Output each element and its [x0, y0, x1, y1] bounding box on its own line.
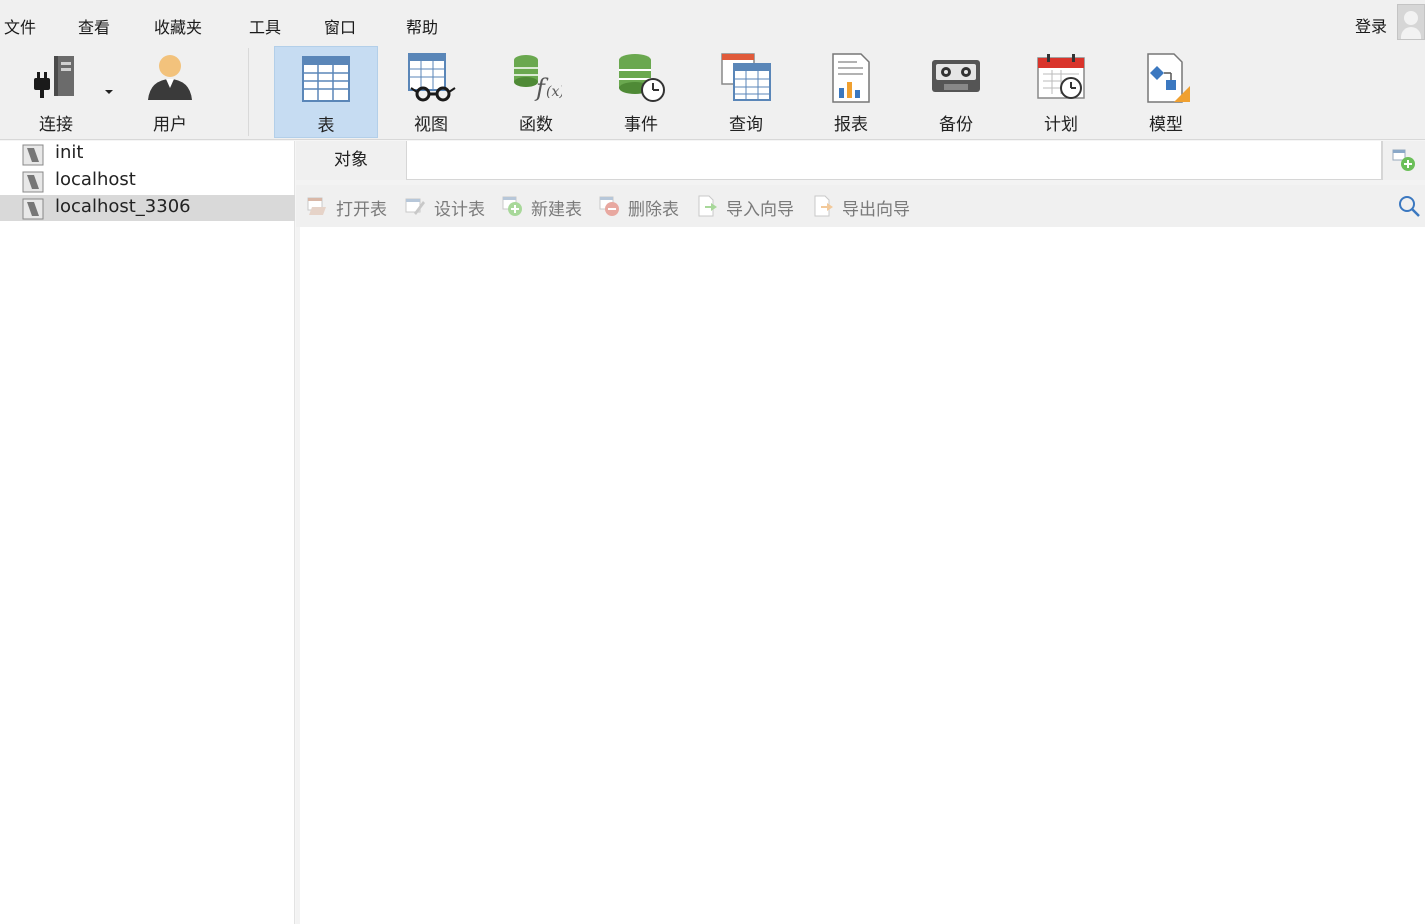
main-toolbar: 连接 用户 表 视图 f (x 函数 事件 查询 报表 备份 计划 模型 — [0, 44, 1425, 140]
open-table-label: 打开表 — [336, 200, 387, 220]
menu-bar: 文件 查看 收藏夹 工具 窗口 帮助 登录 — [0, 0, 1425, 48]
connection-dropdown-arrow[interactable] — [105, 90, 113, 94]
schedule-button[interactable]: 计划 — [1009, 46, 1113, 138]
view-label: 视图 — [414, 115, 448, 135]
connection-item-localhost-3306[interactable]: localhost_3306 — [0, 195, 295, 221]
event-clock-icon — [619, 54, 665, 102]
delete-table-label: 删除表 — [628, 200, 679, 220]
query-table-icon — [721, 53, 771, 101]
main-panel: 对象 打开表 设计表 新建表 删除表 导入向导 导出向导 — [296, 141, 1425, 924]
view-glasses-icon — [408, 53, 456, 102]
menu-window[interactable]: 窗口 — [324, 14, 356, 38]
backup-label: 备份 — [939, 115, 973, 135]
model-button[interactable]: 模型 — [1114, 46, 1218, 138]
backup-tape-icon — [932, 60, 980, 92]
function-label: 函数 — [519, 115, 553, 135]
menu-tools[interactable]: 工具 — [249, 14, 281, 38]
event-label: 事件 — [624, 115, 658, 135]
object-tab-strip — [406, 141, 1382, 180]
schedule-label: 计划 — [1044, 115, 1078, 135]
menu-view[interactable]: 查看 — [78, 14, 110, 38]
object-toolbar: 打开表 设计表 新建表 删除表 导入向导 导出向导 — [296, 185, 1425, 227]
table-button[interactable]: 表 — [274, 46, 378, 138]
connection-icon — [22, 144, 44, 166]
query-label: 查询 — [729, 115, 763, 135]
backup-button[interactable]: 备份 — [904, 46, 1008, 138]
connection-item-localhost[interactable]: localhost — [0, 168, 295, 194]
event-button[interactable]: 事件 — [589, 46, 693, 138]
schedule-calendar-icon — [1037, 54, 1085, 99]
connection-label: localhost_3306 — [55, 196, 191, 217]
connection-item-init[interactable]: init — [0, 141, 295, 167]
user-label: 用户 — [153, 115, 187, 135]
function-fx-icon: f (x) — [514, 55, 562, 102]
delete-table-icon — [599, 196, 619, 216]
user-button[interactable]: 用户 — [118, 46, 222, 138]
connection-sidebar: init localhost localhost_3306 — [0, 141, 295, 924]
user-avatar[interactable] — [1397, 4, 1425, 40]
connection-icon — [22, 171, 44, 193]
connection-icon — [22, 198, 44, 220]
new-table-icon — [502, 196, 522, 216]
model-label: 模型 — [1149, 115, 1183, 135]
user-icon — [148, 55, 192, 100]
menu-file[interactable]: 文件 — [4, 14, 36, 38]
svg-text:(x): (x) — [546, 84, 562, 100]
menu-favorites[interactable]: 收藏夹 — [154, 14, 202, 38]
model-diagram-icon — [1147, 53, 1190, 103]
function-button[interactable]: f (x) 函数 — [484, 46, 588, 138]
import-wizard-icon — [698, 195, 717, 217]
menu-help[interactable]: 帮助 — [406, 14, 438, 38]
open-table-icon — [307, 197, 326, 215]
report-button[interactable]: 报表 — [799, 46, 903, 138]
connection-button[interactable]: 连接 — [4, 46, 108, 138]
table-label: 表 — [317, 116, 335, 136]
connection-plug-icon — [34, 56, 74, 98]
search-icon[interactable] — [1397, 194, 1421, 218]
view-button[interactable]: 视图 — [379, 46, 483, 138]
connection-label: init — [55, 142, 84, 163]
login-link[interactable]: 登录 — [1355, 13, 1387, 37]
export-wizard-icon — [814, 195, 833, 217]
query-button[interactable]: 查询 — [694, 46, 798, 138]
connection-label: 连接 — [39, 115, 73, 135]
new-tab-button[interactable] — [1382, 141, 1425, 180]
object-list-area[interactable] — [300, 227, 1425, 924]
table-icon — [302, 56, 350, 102]
tab-objects[interactable]: 对象 — [296, 141, 406, 180]
toolbar-separator — [248, 48, 249, 136]
connection-label: localhost — [55, 169, 136, 190]
report-chart-icon — [832, 53, 870, 103]
design-table-icon — [405, 198, 425, 215]
new-table-label: 新建表 — [531, 200, 582, 220]
import-wizard-label: 导入向导 — [726, 200, 794, 220]
report-label: 报表 — [834, 115, 868, 135]
design-table-label: 设计表 — [434, 200, 485, 220]
add-tab-icon — [1392, 149, 1415, 171]
export-wizard-label: 导出向导 — [842, 200, 910, 220]
